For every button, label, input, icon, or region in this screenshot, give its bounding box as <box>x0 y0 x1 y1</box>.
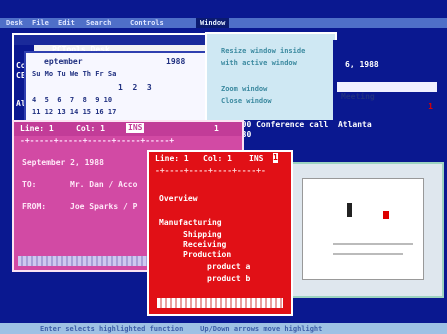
outline-product-a[interactable]: product a <box>207 262 250 272</box>
pink-col-label: Col: 1 <box>76 124 105 133</box>
outline-shipping[interactable]: Shipping <box>183 230 222 240</box>
outline-product-b[interactable]: product b <box>207 274 250 284</box>
red-num: 1 <box>273 153 278 163</box>
desk-title-bar: PCTools Desk <box>14 35 234 54</box>
red-mark <box>383 211 389 219</box>
menu-item-with-active[interactable]: with active window <box>221 58 297 68</box>
menu-window[interactable]: Window <box>196 18 230 28</box>
text-line <box>333 253 403 255</box>
pink-mode: INS <box>126 123 145 133</box>
menu-edit[interactable]: Edit <box>58 18 75 28</box>
outline-receiving[interactable]: Receiving <box>183 240 226 250</box>
menu-bar: Desk File Edit Search Controls Window <box>0 18 447 28</box>
appointment-area: 6, 1988 Meeting 1 <box>333 40 441 130</box>
outline-manufacturing[interactable]: Manufacturing <box>159 218 222 228</box>
red-ruler: -+----+----+----+----+- <box>155 166 266 175</box>
red-mode: INS <box>249 154 264 163</box>
pink-status-bar: Line: 1 Col: 1 INS 1 <box>14 122 242 136</box>
appointment-list: 8:00 Conference call Atlanta 9:30 <box>230 120 440 143</box>
red-status-bar: Line: 1 Col: 1 INS 1 <box>149 152 291 166</box>
menu-item-resize[interactable]: Resize window inside <box>221 46 305 56</box>
white-window <box>290 162 444 298</box>
calendar-month: eptember <box>44 57 83 66</box>
appointment-date: 6, 1988 <box>345 60 379 69</box>
status-text: Enter selects highlighted function Up/Do… <box>40 325 323 333</box>
cursor-mark <box>347 203 352 217</box>
menu-item-zoom[interactable]: Zoom window <box>221 84 267 94</box>
pink-date: September 2, 1988 <box>22 158 104 167</box>
menu-item-close[interactable]: Close window <box>221 96 272 106</box>
menu-search[interactable]: Search <box>86 18 111 28</box>
appointment-meeting: Meeting <box>341 92 375 101</box>
pink-from-label: FROM: <box>22 202 47 211</box>
outline-overview[interactable]: Overview <box>159 194 198 204</box>
calendar-row-2[interactable]: 4 5 6 7 8 9 10 <box>32 95 112 105</box>
menu-file[interactable]: File <box>32 18 49 28</box>
menu-desk[interactable]: Desk <box>6 18 23 28</box>
red-footer-scrollbar[interactable] <box>157 298 283 308</box>
pink-num: 1 <box>214 124 219 133</box>
white-window-content <box>302 178 424 280</box>
calendar-row-1[interactable]: 1 2 3 <box>118 83 152 93</box>
pink-ruler: -+-----+-----+-----+-----+-----+ <box>20 136 175 145</box>
menu-controls[interactable]: Controls <box>130 18 164 28</box>
appt-entry[interactable]: 8:00 Conference call Atlanta <box>232 120 372 130</box>
red-col-label: Col: 1 <box>203 154 232 163</box>
pink-to-value: Mr. Dan / Acco <box>70 180 138 189</box>
calendar-row-3[interactable]: 11 12 13 14 15 16 17 <box>32 107 116 117</box>
text-line <box>333 243 413 245</box>
screen: Desk File Edit Search Controls Window PC… <box>0 0 447 334</box>
outline-production[interactable]: Production <box>183 250 231 260</box>
window-menu-dropdown: Resize window inside with active window … <box>205 32 337 124</box>
pink-to-label: TO: <box>22 180 37 189</box>
status-bar: Enter selects highlighted function Up/Do… <box>0 323 447 334</box>
pink-line-label: Line: 1 <box>20 124 54 133</box>
calendar-year: 1988 <box>166 57 186 66</box>
appointment-meeting-row[interactable]: Meeting 1 <box>337 82 437 111</box>
red-line-label: Line: 1 <box>155 154 189 163</box>
outline-window-red: Line: 1 Col: 1 INS 1 -+----+----+----+--… <box>147 150 293 316</box>
calendar-window: eptember 1988 Su Mo Tu We Th Fr Sa 1 2 3… <box>24 51 228 125</box>
appointment-num: 1 <box>428 102 433 111</box>
calendar-weekdays: Su Mo Tu We Th Fr Sa <box>32 70 117 78</box>
pink-from-value: Joe Sparks / P <box>70 202 138 211</box>
